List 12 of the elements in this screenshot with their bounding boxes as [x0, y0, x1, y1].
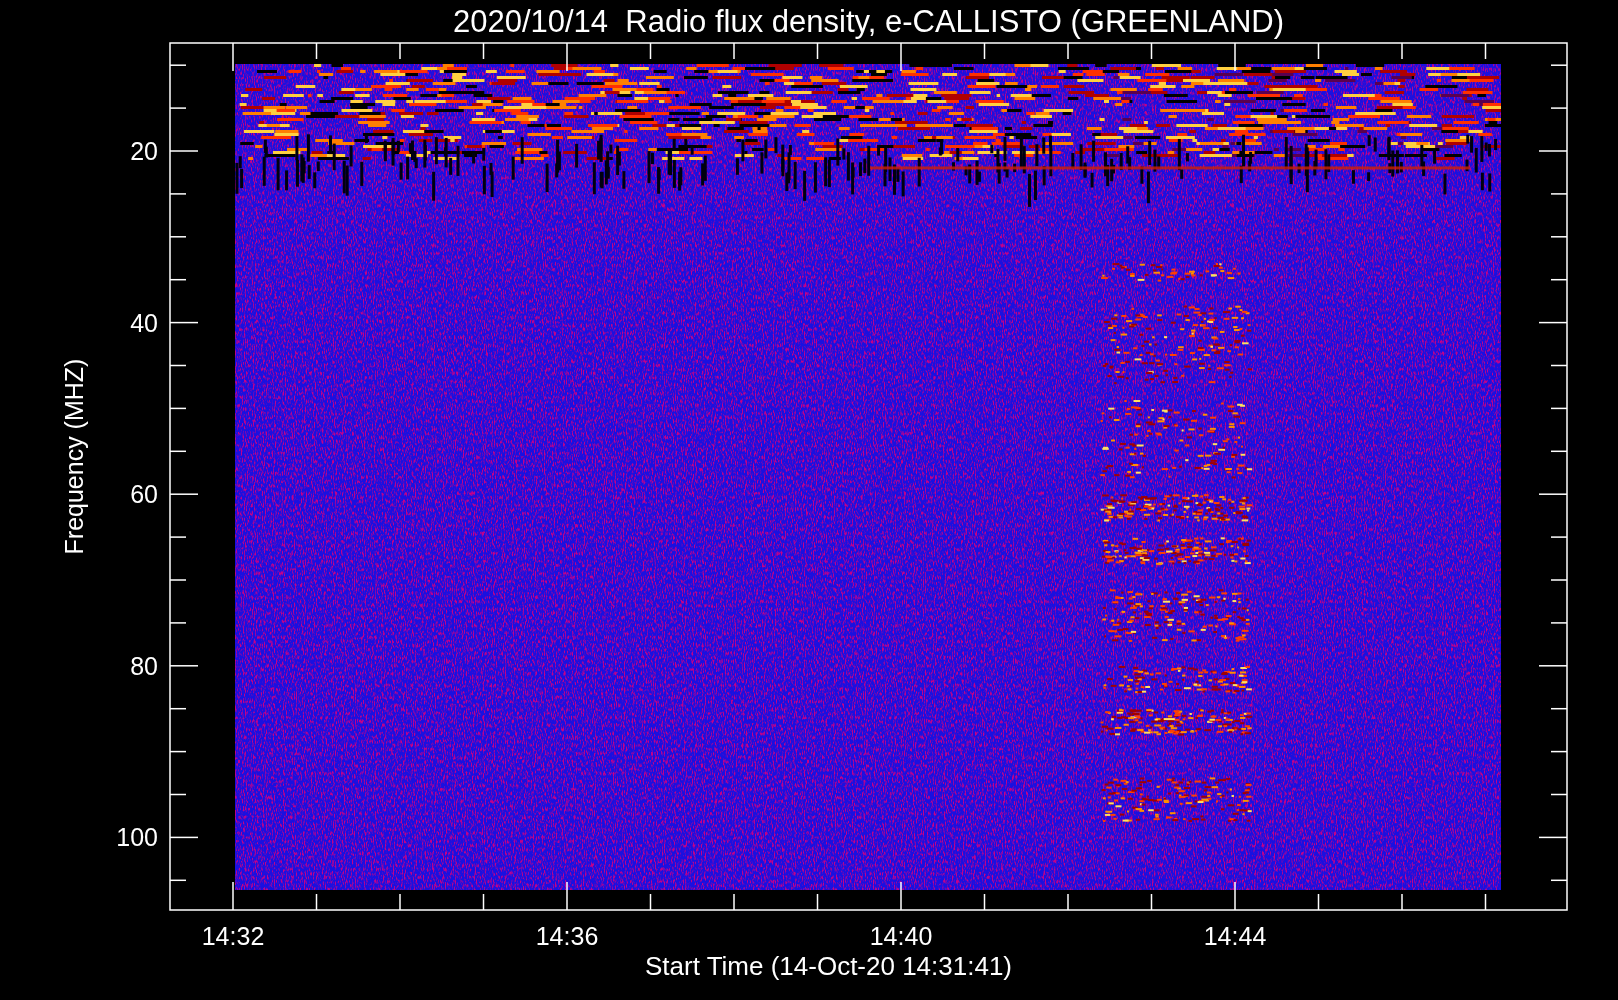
axis-label: Start Time (14-Oct-20 14:31:41): [645, 951, 1012, 981]
tick-label: 14:44: [1203, 922, 1267, 950]
axis-label: Frequency (MHZ): [60, 358, 88, 555]
tick-label: 80: [130, 651, 158, 680]
tick-label: 100: [116, 823, 158, 852]
tick-label: 40: [130, 308, 158, 337]
tick-label: 60: [130, 480, 158, 509]
tick-label: 14:40: [869, 922, 933, 950]
tick-label: 20: [130, 137, 158, 165]
tick-label: 14:32: [201, 922, 265, 950]
tick-label: 14:36: [535, 922, 599, 950]
chart-title: 2020/10/14 Radio flux density, e-CALLISTO (GREENLAND): [452, 4, 1285, 39]
